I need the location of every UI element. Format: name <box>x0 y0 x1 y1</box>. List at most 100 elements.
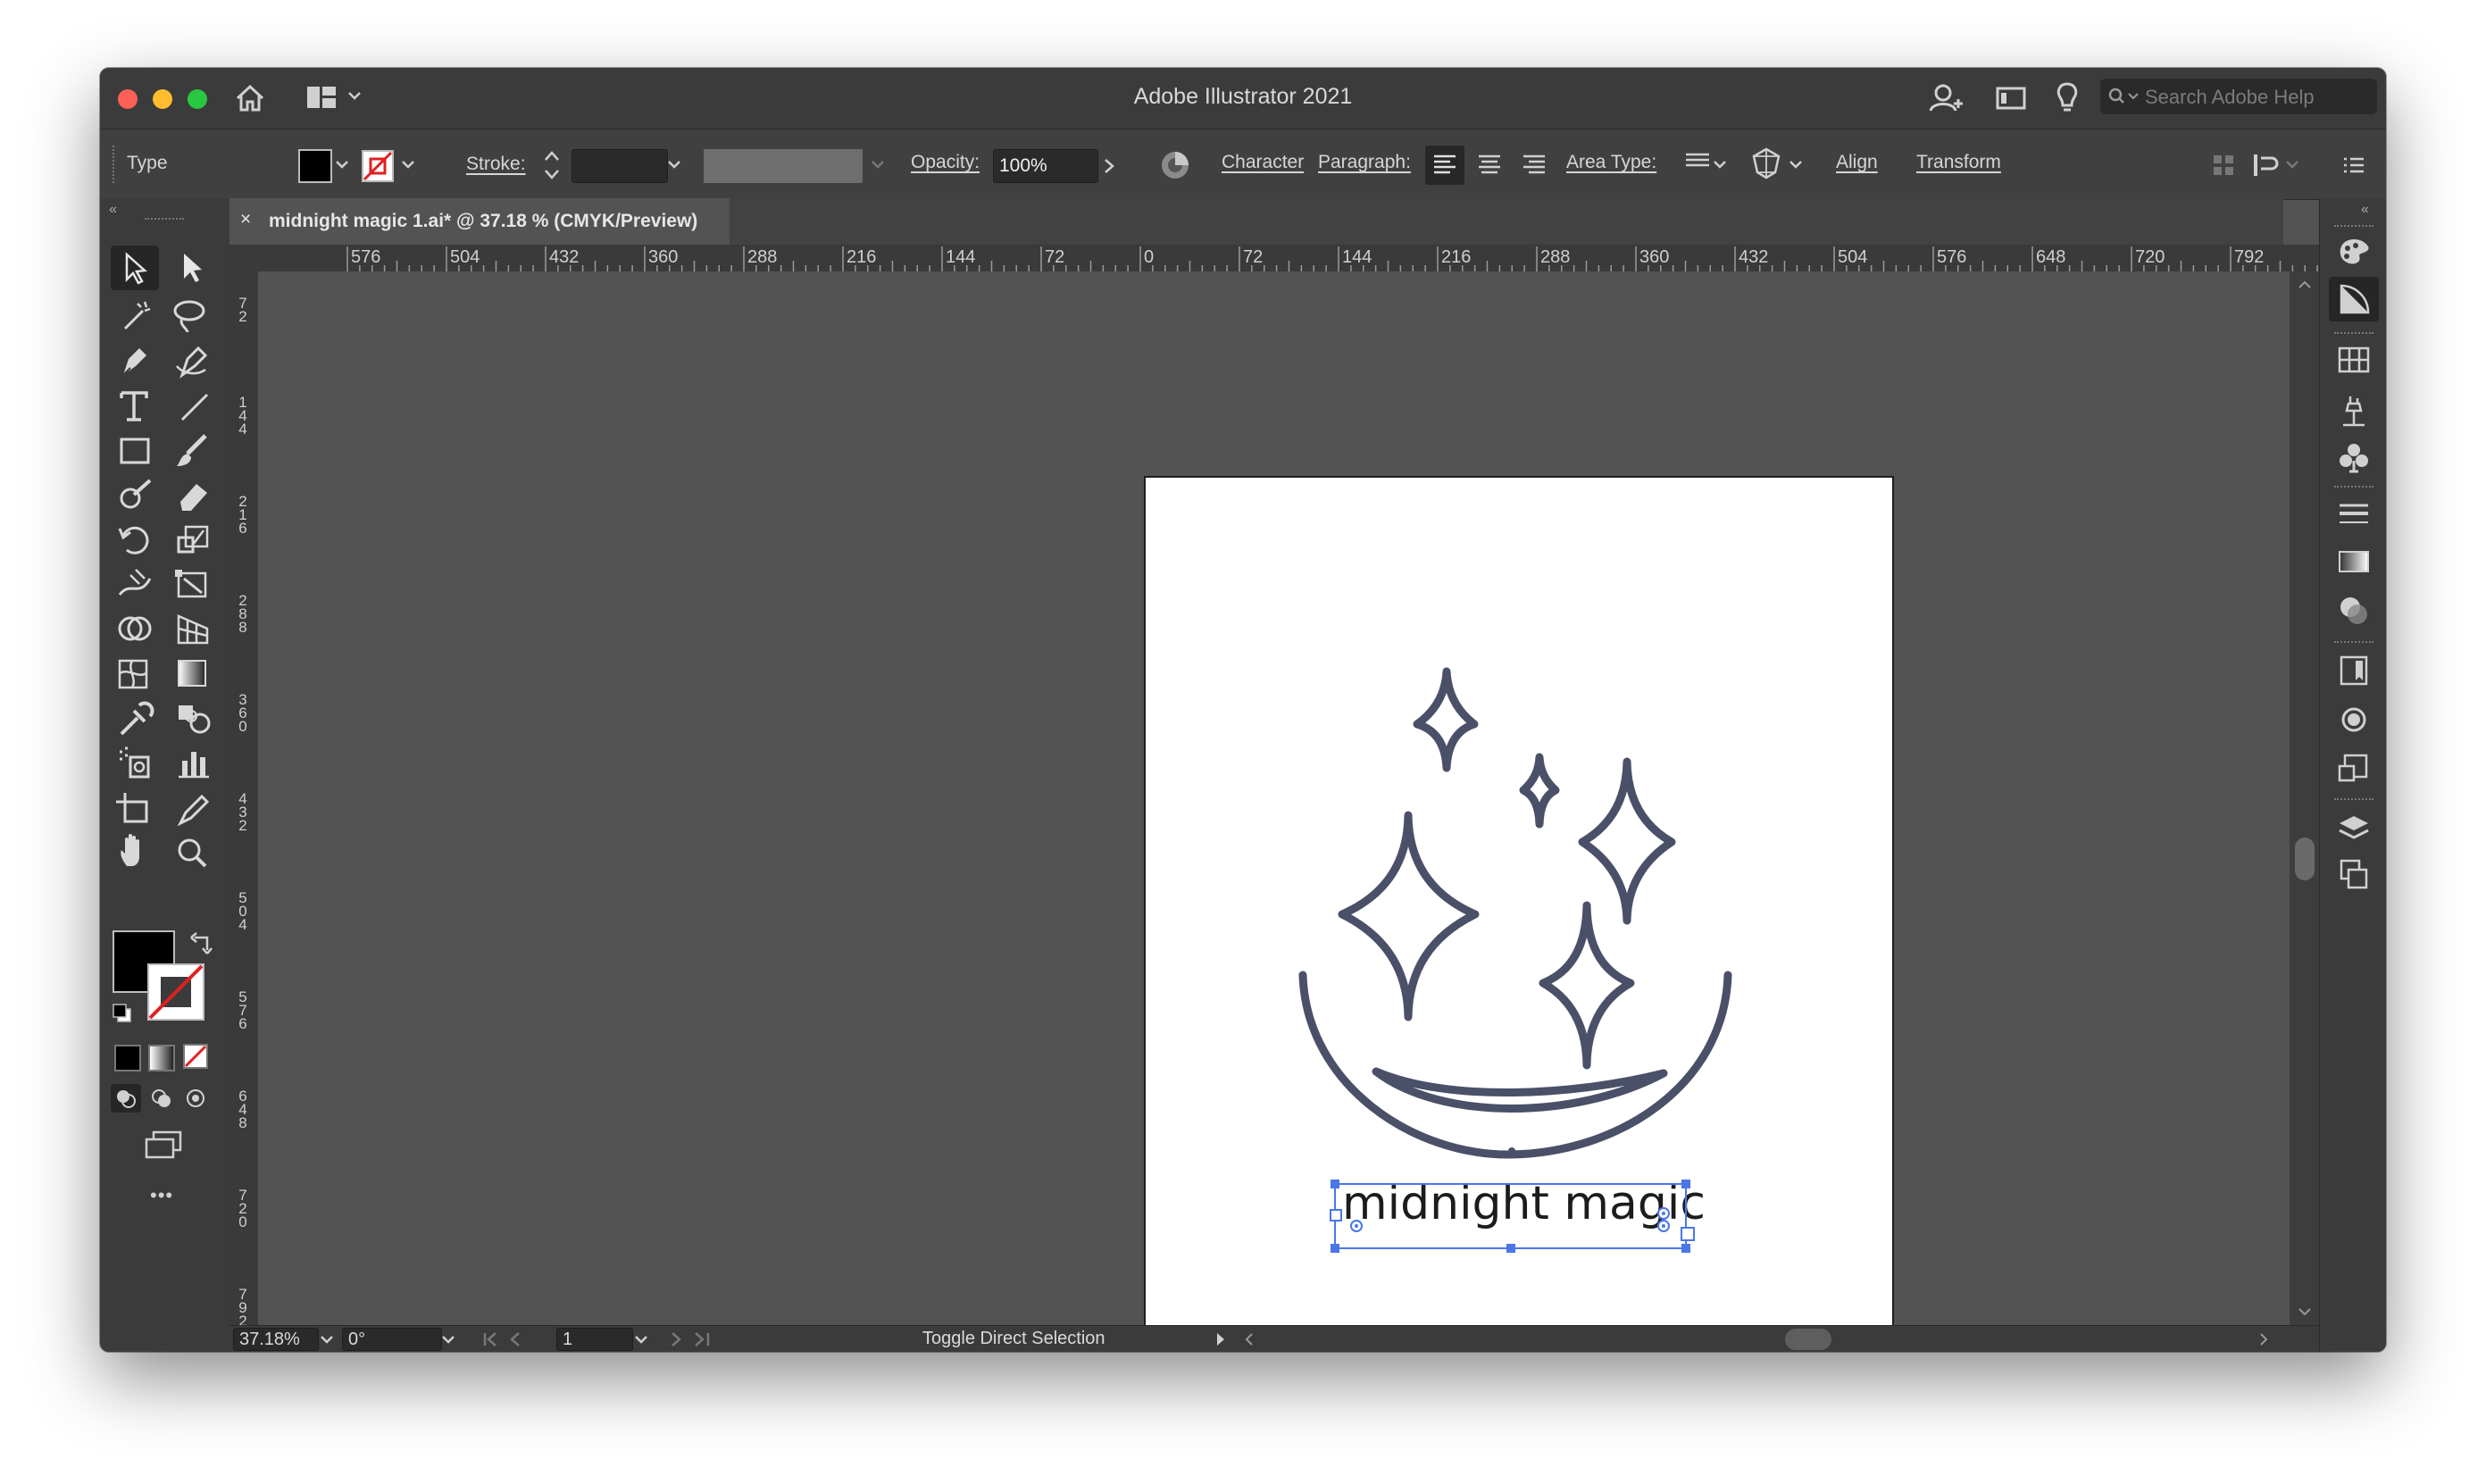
paintbrush-tool-icon[interactable] <box>177 434 207 466</box>
swap-fill-stroke-icon[interactable] <box>189 930 214 955</box>
rotation-field[interactable]: 0° <box>342 1328 442 1351</box>
stroke-none-swatch[interactable] <box>361 149 395 183</box>
scroll-left-icon[interactable] <box>1242 1331 1256 1347</box>
chevron-down-icon[interactable] <box>400 158 416 171</box>
gradient-mode-button[interactable] <box>148 1045 175 1071</box>
more-tools-icon[interactable]: ••• <box>150 1184 173 1207</box>
artboard-tool-icon[interactable] <box>116 793 148 823</box>
magic-wand-icon[interactable] <box>123 301 151 330</box>
lightbulb-icon[interactable] <box>2054 80 2081 116</box>
collapse-panel-icon[interactable]: « <box>109 202 117 218</box>
grid-select-icon[interactable] <box>2209 151 2238 179</box>
arrange-documents-icon[interactable] <box>1995 84 2027 113</box>
curvature-tool-icon[interactable] <box>176 346 208 379</box>
draw-inside-icon[interactable] <box>180 1084 211 1113</box>
width-tool-icon[interactable] <box>118 569 152 596</box>
free-transform-tool-icon[interactable] <box>175 570 207 598</box>
expand-panels-icon[interactable]: « <box>2361 202 2369 218</box>
first-previous-artboard-icons[interactable] <box>480 1330 551 1349</box>
close-tab-icon[interactable]: × <box>240 209 251 230</box>
stroke-label[interactable]: Stroke: <box>466 154 526 175</box>
zoom-level-field[interactable]: 37.18% <box>233 1328 319 1351</box>
gradient-tool-icon[interactable] <box>178 660 206 687</box>
paragraph-panel-link[interactable]: Paragraph: <box>1318 152 1411 173</box>
artboard-number-field[interactable]: 1 <box>556 1328 633 1351</box>
document-tab[interactable]: × midnight magic 1.ai* @ 37.18 % (CMYK/P… <box>229 198 730 245</box>
status-hint[interactable]: Toggle Direct Selection <box>922 1329 1105 1349</box>
area-type-link[interactable]: Area Type: <box>1566 152 1656 173</box>
horizontal-scroll-thumb[interactable] <box>1785 1329 1831 1350</box>
none-mode-button[interactable] <box>182 1043 209 1070</box>
transparency-panel-icon[interactable] <box>2336 593 2372 629</box>
layers-panel-icon[interactable] <box>2336 811 2372 846</box>
stroke-weight-field[interactable] <box>571 149 668 183</box>
zoom-tool-icon[interactable] <box>178 838 207 868</box>
pen-tool-icon[interactable] <box>121 348 146 378</box>
column-graph-tool-icon[interactable] <box>179 752 209 779</box>
line-segment-tool-icon[interactable] <box>180 393 209 421</box>
default-fill-stroke-icon[interactable] <box>111 1002 134 1025</box>
chevron-right-icon[interactable] <box>1098 153 1120 179</box>
scroll-up-icon[interactable] <box>2297 279 2313 291</box>
draw-normal-button[interactable] <box>111 1084 141 1113</box>
status-menu-arrow-icon[interactable] <box>1214 1331 1228 1347</box>
character-panel-link[interactable]: Character <box>1222 152 1304 173</box>
eyedropper-tool-icon[interactable] <box>120 701 154 736</box>
brushes-panel-icon[interactable] <box>2336 393 2372 429</box>
puppet-warp-icon[interactable] <box>1748 146 1784 181</box>
panel-menu-icon[interactable] <box>2340 151 2368 179</box>
asset-export-panel-icon[interactable] <box>2336 750 2372 786</box>
next-last-artboard-icons[interactable] <box>663 1330 735 1349</box>
chevron-down-icon[interactable] <box>334 158 350 171</box>
chevron-down-icon[interactable] <box>633 1333 649 1346</box>
help-search-field[interactable]: Search Adobe Help <box>2100 79 2377 114</box>
chevron-down-icon[interactable] <box>319 1333 335 1346</box>
rectangle-tool-icon[interactable] <box>120 438 150 464</box>
align-center-icon[interactable] <box>1470 146 1509 185</box>
recolor-artwork-icon[interactable] <box>1159 149 1191 181</box>
vertical-ruler[interactable]: 72144216288360432504576648720792864 <box>229 271 258 1329</box>
vertical-scroll-thumb[interactable] <box>2295 838 2315 880</box>
opacity-label[interactable]: Opacity: <box>911 152 980 173</box>
scroll-down-icon[interactable] <box>2297 1305 2313 1318</box>
stroke-weight-stepper[interactable] <box>541 146 563 185</box>
fill-swatch[interactable] <box>298 149 332 183</box>
hand-tool-icon[interactable] <box>121 834 139 866</box>
change-screen-mode-icon[interactable] <box>143 1127 188 1163</box>
user-account-icon[interactable] <box>1927 80 1963 116</box>
align-right-icon[interactable] <box>1514 146 1554 185</box>
chevron-down-icon[interactable] <box>1788 158 1804 171</box>
stroke-color-swatch[interactable] <box>146 963 205 1021</box>
chevron-down-icon[interactable] <box>870 158 886 171</box>
chevron-down-icon[interactable] <box>2284 158 2300 171</box>
artboard[interactable]: midnight magic <box>1144 476 1894 1352</box>
align-left-button[interactable] <box>1425 146 1464 185</box>
chevron-down-icon[interactable] <box>440 1333 456 1346</box>
selection-tool[interactable] <box>111 246 159 290</box>
gradient-panel-icon[interactable] <box>2336 546 2372 577</box>
color-panel-icon[interactable] <box>2336 236 2372 268</box>
type-tool-icon[interactable] <box>120 391 148 421</box>
scale-tool-icon[interactable] <box>177 525 209 554</box>
vertical-scrollbar[interactable] <box>2290 271 2319 1325</box>
perspective-grid-tool-icon[interactable] <box>177 614 209 645</box>
ruler-origin[interactable] <box>229 245 258 271</box>
opacity-field[interactable]: 100% <box>993 149 1098 183</box>
symbols-panel-icon[interactable] <box>2336 439 2372 475</box>
artboards-panel-icon[interactable] <box>2336 857 2372 893</box>
graphic-styles-panel-icon[interactable] <box>2336 702 2372 738</box>
appearance-panel-icon[interactable] <box>2336 654 2372 688</box>
isolate-icon[interactable] <box>2250 149 2281 181</box>
align-panel-link[interactable]: Align <box>1836 152 1878 173</box>
mesh-tool-icon[interactable] <box>118 659 148 689</box>
blend-tool-icon[interactable] <box>179 705 211 734</box>
swatches-panel-icon[interactable] <box>2336 345 2372 375</box>
chevron-down-icon[interactable] <box>666 158 682 171</box>
color-guide-panel-button[interactable] <box>2329 277 2379 321</box>
symbol-sprayer-tool-icon[interactable] <box>120 746 150 779</box>
shape-builder-tool-icon[interactable] <box>118 616 152 641</box>
color-mode-button[interactable] <box>114 1045 141 1071</box>
slice-tool-icon[interactable] <box>177 794 210 827</box>
artwork[interactable]: midnight magic <box>1146 478 1892 1352</box>
variable-width-profile[interactable] <box>704 149 863 183</box>
